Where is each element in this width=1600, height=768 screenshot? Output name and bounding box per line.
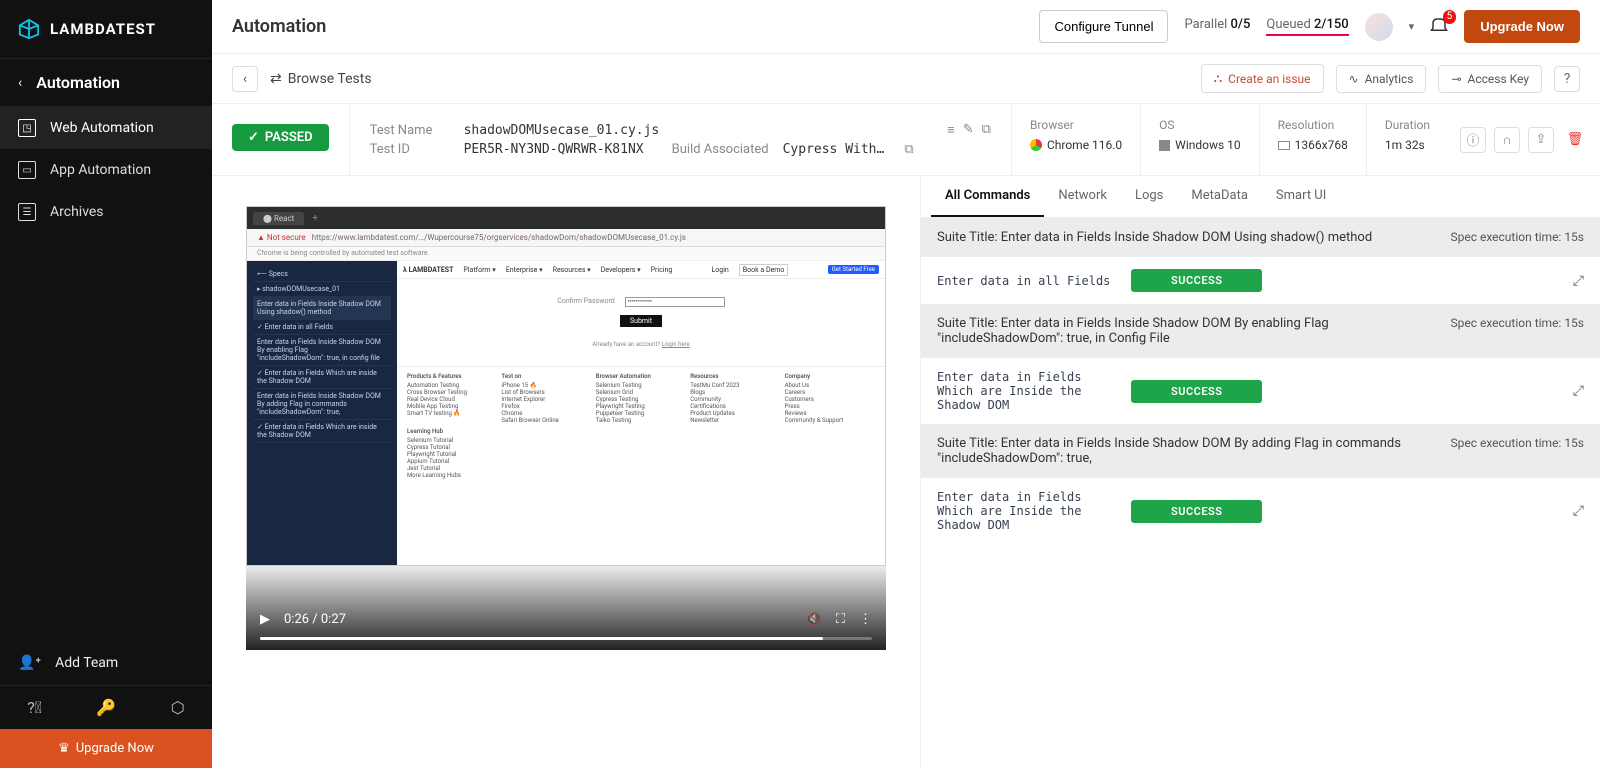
- tab-logs[interactable]: Logs: [1121, 176, 1177, 217]
- topbar: Automation Configure Tunnel Parallel 0/5…: [212, 0, 1600, 54]
- video-controls: ▶ 0:26 / 0:27 🔇 ⛶ ⋮: [246, 566, 886, 650]
- suite-header: Suite Title: Enter data in Fields Inside…: [921, 304, 1600, 358]
- globe-icon: ◳: [18, 119, 36, 137]
- test-name: shadowDOMUsecase_01.cy.js: [464, 123, 660, 138]
- copy-icon[interactable]: ⧉: [982, 122, 991, 138]
- upgrade-button[interactable]: Upgrade Now: [1464, 10, 1580, 43]
- windows-icon: [1159, 140, 1170, 151]
- add-team-label: Add Team: [55, 655, 118, 671]
- sidebar-title: Automation: [36, 73, 120, 92]
- fullscreen-icon[interactable]: ⛶: [836, 612, 845, 627]
- back-chevron-icon: ‹: [18, 75, 22, 91]
- add-user-icon: 👤⁺: [18, 655, 41, 671]
- more-icon[interactable]: ⋮: [859, 612, 872, 627]
- build-associated: Cypress With…: [783, 142, 885, 157]
- annotation-check-icon: ✓: [920, 362, 921, 390]
- bug-icon: ⛬: [1214, 71, 1222, 86]
- test-screenshot: ⬤ React+ ▲ Not secure https://www.lambda…: [246, 206, 886, 566]
- key-icon[interactable]: 🔑: [96, 698, 116, 717]
- content: ✓ ⬤ React+ ▲ Not secure https://www.lamb…: [212, 176, 1600, 768]
- tab-smart-ui[interactable]: Smart UI: [1262, 176, 1340, 217]
- sidebar-header[interactable]: ‹ Automation: [0, 58, 212, 107]
- copy-icon[interactable]: ⧉: [904, 142, 913, 157]
- expand-icon[interactable]: ⤢: [1573, 383, 1584, 399]
- info-icon[interactable]: ⓘ: [1460, 127, 1486, 153]
- crown-icon: ♛: [58, 741, 70, 756]
- key-icon: ⊸: [1451, 72, 1461, 86]
- sidebar-item-web-automation[interactable]: ◳ Web Automation: [0, 107, 212, 149]
- configure-tunnel-button[interactable]: Configure Tunnel: [1039, 10, 1168, 43]
- mute-icon[interactable]: 🔇: [806, 612, 822, 627]
- share-icon[interactable]: ⇪: [1528, 127, 1554, 153]
- test-row[interactable]: ✓ Enter data in Fields Which are Inside …: [921, 358, 1600, 424]
- create-issue-button[interactable]: ⛬Create an issue: [1201, 64, 1324, 93]
- sidebar-item-label: Archives: [50, 204, 104, 220]
- command-tabs: All Commands Network Logs MetaData Smart…: [921, 176, 1600, 218]
- sidebar-upgrade-button[interactable]: ♛ Upgrade Now: [0, 729, 212, 768]
- test-row[interactable]: ✓ Enter data in Fields Which are Inside …: [921, 478, 1600, 544]
- sidebar-footer-icons: ?⃝ 🔑 ⬡: [0, 685, 212, 729]
- sidebar: LAMBDATEST ‹ Automation ◳ Web Automation…: [0, 0, 212, 768]
- avatar[interactable]: [1365, 13, 1393, 41]
- delete-icon[interactable]: 🗑: [1562, 127, 1588, 153]
- sidebar-item-label: App Automation: [50, 162, 151, 178]
- environment-block: Browser Chrome 116.0 OS Windows 10 Resol…: [1011, 104, 1448, 175]
- status-badge: SUCCESS: [1131, 380, 1262, 403]
- filter-icon[interactable]: ≡: [947, 122, 955, 138]
- chevron-down-icon[interactable]: ▾: [1409, 20, 1415, 33]
- annotation-check-icon: ✓: [920, 261, 921, 289]
- sidebar-nav: ◳ Web Automation ▭ App Automation ☰ Arch…: [0, 107, 212, 641]
- notif-badge: 5: [1443, 10, 1457, 24]
- toolbar: ‹ ⇄ Browse Tests ⛬Create an issue ∿Analy…: [212, 54, 1600, 104]
- page-title: Automation: [232, 16, 1023, 37]
- settings-icon[interactable]: ⬡: [171, 698, 185, 717]
- list-icon: ⇄: [270, 71, 282, 87]
- chart-icon: ∿: [1349, 72, 1359, 86]
- access-key-button[interactable]: ⊸Access Key: [1438, 65, 1542, 93]
- suite-header: Suite Title: Enter data in Fields Inside…: [921, 424, 1600, 478]
- browse-tests-button[interactable]: ⇄ Browse Tests: [270, 71, 372, 87]
- video-progress[interactable]: [260, 637, 872, 640]
- status-badge: SUCCESS: [1131, 500, 1262, 523]
- status-badge: SUCCESS: [1131, 269, 1262, 292]
- tab-metadata[interactable]: MetaData: [1177, 176, 1262, 217]
- sidebar-item-label: Web Automation: [50, 120, 154, 136]
- help-icon[interactable]: ?⃝: [27, 698, 42, 717]
- test-identity: Test Name shadowDOMUsecase_01.cy.js ≡ ✎ …: [349, 104, 1011, 175]
- upgrade-label: Upgrade Now: [76, 741, 154, 756]
- video-time: 0:26 / 0:27: [284, 612, 346, 627]
- logo-icon: [18, 18, 40, 40]
- archive-icon: ☰: [18, 203, 36, 221]
- help-button[interactable]: ?: [1554, 66, 1580, 92]
- edit-icon[interactable]: ✎: [963, 122, 974, 138]
- test-meta-row: ✓ PASSED Test Name shadowDOMUsecase_01.c…: [212, 104, 1600, 176]
- back-button[interactable]: ‹: [232, 66, 258, 92]
- sidebar-item-app-automation[interactable]: ▭ App Automation: [0, 149, 212, 191]
- logo[interactable]: LAMBDATEST: [0, 0, 212, 58]
- meta-actions: ⓘ ∩ ⇪ 🗑: [1448, 104, 1600, 175]
- test-row[interactable]: ✓ Enter data in all Fields SUCCESS ⤢: [921, 257, 1600, 304]
- expand-icon[interactable]: ⤢: [1573, 503, 1584, 519]
- tab-network[interactable]: Network: [1044, 176, 1121, 217]
- annotation-check-icon: ✓: [920, 482, 921, 510]
- add-team-button[interactable]: 👤⁺ Add Team: [0, 641, 212, 685]
- tab-all-commands[interactable]: All Commands: [931, 176, 1044, 217]
- expand-icon[interactable]: ⤢: [1573, 273, 1584, 289]
- status-badge: ✓ PASSED: [232, 124, 329, 151]
- preview-panel: ✓ ⬤ React+ ▲ Not secure https://www.lamb…: [212, 176, 920, 768]
- tag-icon[interactable]: ∩: [1494, 127, 1520, 153]
- test-id: PER5R-NY3ND-QWRWR-K81NX: [464, 142, 644, 157]
- analytics-button[interactable]: ∿Analytics: [1336, 65, 1427, 93]
- app-icon: ▭: [18, 161, 36, 179]
- chrome-icon: [1030, 139, 1042, 151]
- suite-header: Suite Title: Enter data in Fields Inside…: [921, 218, 1600, 257]
- usage-stats: Parallel 0/5 Queued 2/150: [1184, 17, 1348, 36]
- commands-panel: All Commands Network Logs MetaData Smart…: [920, 176, 1600, 768]
- play-icon[interactable]: ▶: [260, 612, 270, 627]
- monitor-icon: [1278, 141, 1290, 150]
- main: Automation Configure Tunnel Parallel 0/5…: [212, 0, 1600, 768]
- notifications-icon[interactable]: 5: [1430, 16, 1448, 38]
- logo-text: LAMBDATEST: [50, 20, 156, 38]
- sidebar-item-archives[interactable]: ☰ Archives: [0, 191, 212, 233]
